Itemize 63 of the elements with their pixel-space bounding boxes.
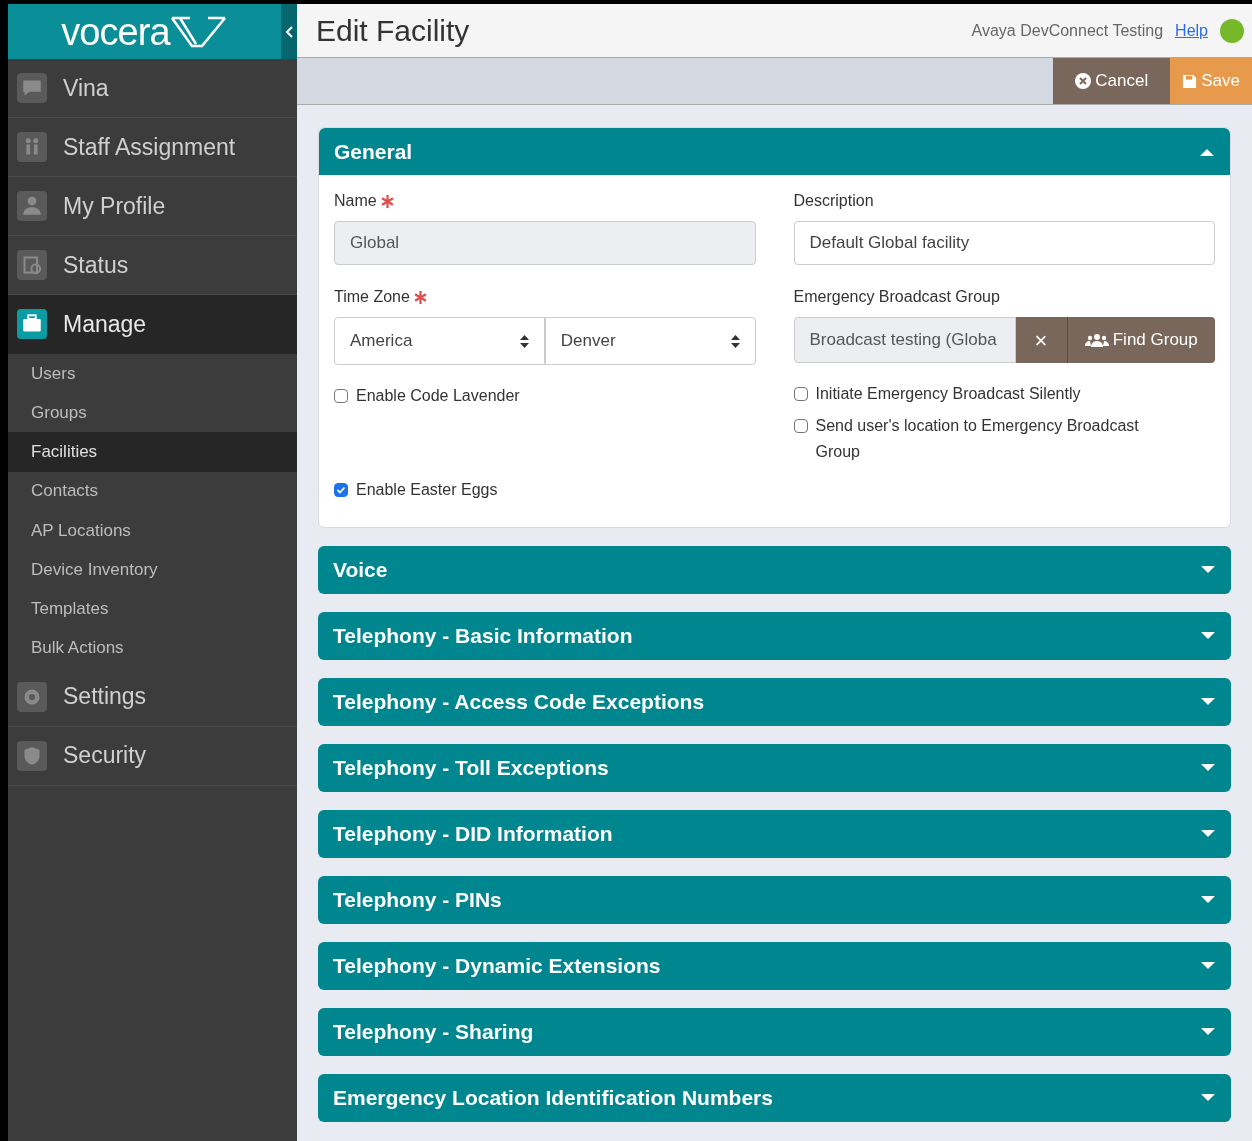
check-icon [336, 485, 346, 495]
status-icon [17, 250, 47, 280]
briefcase-icon [17, 309, 47, 339]
section-header[interactable]: Telephony - PINs [318, 876, 1231, 924]
help-link[interactable]: Help [1175, 18, 1208, 43]
people-icon [17, 132, 47, 162]
checkbox[interactable] [793, 419, 808, 433]
person-icon [17, 191, 47, 221]
sort-icon [519, 334, 529, 348]
field-label: Time Zone [334, 287, 410, 307]
checkbox-label: Enable Easter Eggs [356, 480, 498, 500]
caret-up-icon [1199, 146, 1215, 157]
sidebar-subitem[interactable]: Facilities [8, 432, 297, 472]
checkbox-label: Send user's location to Emergency Broadcast Group [815, 416, 1140, 462]
caret-down-icon [1200, 763, 1216, 773]
chevron-left-icon [285, 25, 293, 38]
caret-down-icon [1200, 961, 1216, 971]
sort-icon [730, 334, 740, 348]
caret-down-icon [1200, 565, 1216, 575]
required-icon [380, 194, 394, 208]
section-header[interactable]: Telephony - Basic Information [318, 612, 1231, 660]
section-header[interactable]: Telephony - Toll Exceptions [318, 744, 1231, 792]
caret-down-icon [1200, 697, 1216, 707]
shield-icon [17, 740, 47, 771]
save-icon [1182, 73, 1198, 89]
cancel-button[interactable]: Cancel [1053, 58, 1171, 104]
checkbox[interactable] [793, 387, 808, 401]
gear-icon [17, 681, 47, 712]
chat-icon [17, 73, 47, 103]
field-label: Emergency Broadcast Group [793, 287, 1000, 307]
region-select[interactable]: America [334, 317, 545, 365]
caret-down-icon [1200, 829, 1216, 839]
checkbox-label: Enable Code Lavender [356, 386, 520, 406]
field-label: Description [793, 191, 874, 211]
description-field[interactable]: Default Global facility [793, 221, 1215, 265]
section-header[interactable]: Voice [318, 546, 1231, 594]
sidebar-item[interactable]: Manage [8, 295, 297, 354]
caret-down-icon [1200, 1093, 1216, 1103]
section-header[interactable]: Telephony - Sharing [318, 1008, 1231, 1056]
section-header[interactable]: General [319, 128, 1230, 175]
caret-down-icon [1200, 631, 1216, 641]
caret-down-icon [1200, 1027, 1216, 1037]
required-icon [413, 290, 427, 304]
checkbox[interactable] [334, 389, 348, 403]
collapse-button[interactable] [281, 4, 297, 59]
page-title: Edit Facility [316, 13, 471, 49]
logo-icon [169, 14, 228, 49]
section-header[interactable]: Telephony - Access Code Exceptions [318, 678, 1231, 726]
close-icon [1075, 73, 1092, 89]
caret-down-icon [1200, 895, 1216, 905]
find-group-button[interactable]: Find Group [1067, 317, 1215, 363]
section-header[interactable]: Telephony - DID Information [318, 810, 1231, 858]
city-select[interactable]: Denver [544, 317, 756, 365]
checkbox-label: Initiate Emergency Broadcast Silently [815, 384, 1081, 404]
section-header[interactable]: Emergency Location Identification Numbers [318, 1074, 1231, 1122]
group-icon [1084, 333, 1109, 347]
section-header[interactable]: Telephony - Dynamic Extensions [318, 942, 1231, 990]
broadcast-group-field[interactable]: Broadcast testing (Globa [793, 317, 1016, 363]
checkbox[interactable] [334, 483, 348, 497]
user-name: Avaya DevConnect Testing [971, 20, 1164, 41]
logo-text: vocera [61, 12, 170, 51]
clear-button[interactable]: × [1015, 317, 1068, 363]
field-label: Name [334, 191, 377, 211]
